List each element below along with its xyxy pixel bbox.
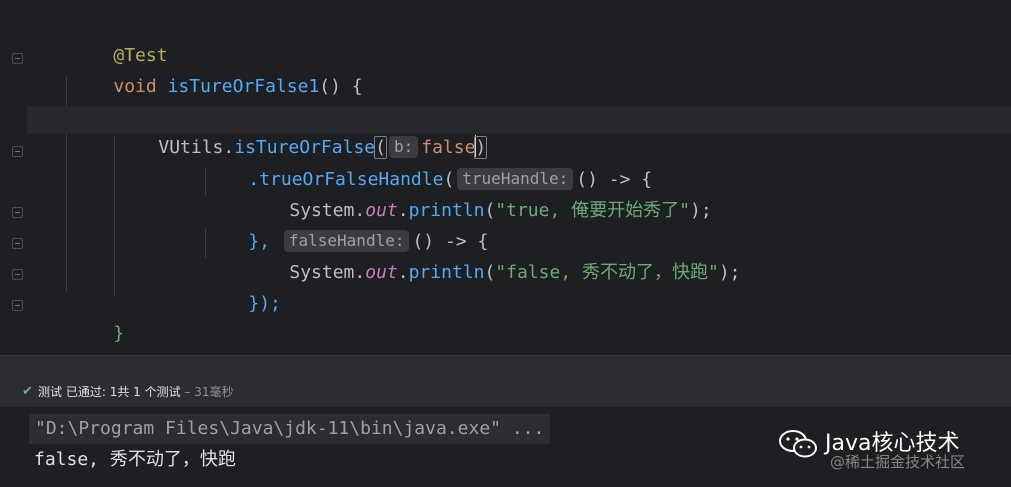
test-status-bar: ✔ 测试 已通过: 1共 1 个测试 – 31毫秒 [0,377,1011,407]
console-command-line[interactable]: "D:\Program Files\Java\jdk-11\bin\java.e… [29,414,551,444]
watermark: Java核心技术 @稀土掘金技术社区 [778,423,1003,483]
fold-marker[interactable] [12,238,23,249]
close-call: }); [248,293,281,314]
open-paren: ( [484,262,496,283]
console-output-line: false, 秀不动了，快跑 [34,449,236,470]
field-out: out [365,262,398,283]
string-true: "true, 俺要开始秀了" [495,200,690,221]
fold-marker[interactable] [12,300,23,311]
method-params: () { [319,76,363,97]
string-false: "false, 秀不动了，快跑" [495,262,719,283]
code-line-current[interactable]: VUtils.isTureOrFalse(b: false) [27,106,1011,159]
wechat-icon [779,430,817,458]
code-line-println-true[interactable]: System.out.println("true, 俺要开始秀了"); [246,169,711,221]
class-system: System [289,262,355,283]
test-time: – 31毫秒 [184,385,234,399]
close-paren: ); [718,262,741,283]
fold-marker[interactable] [12,269,23,280]
code-line-annotation[interactable]: @Test [70,14,167,66]
fold-marker[interactable] [12,53,23,64]
panel-divider[interactable] [0,355,1011,377]
code-line-close-class[interactable]: } [26,323,80,375]
code-line-println-false[interactable]: System.out.println("false, 秀不动了，快跑"); [246,231,740,283]
code-line-close-lambda1[interactable]: }, falseHandle:() -> { [205,200,488,252]
code-editor[interactable]: @Test void isTureOrFalse1() { VUtils.isT… [0,0,1011,375]
method-println: println [408,262,485,283]
code-line-close-call[interactable]: }); [205,262,281,314]
keyword-void: void [113,76,157,97]
close-paren: ); [690,200,712,221]
method-name: isTureOrFalse1 [167,76,320,97]
dot-operator: . [397,262,409,283]
dot-operator: . [354,262,366,283]
test-count: 1共 1 个测试 [109,385,181,399]
fold-marker[interactable] [12,207,23,218]
check-icon: ✔ [22,384,33,399]
test-status-text: 测试 已通过: 1共 1 个测试 – 31毫秒 [38,377,234,407]
fold-marker[interactable] [12,146,23,157]
test-passed-label: 测试 已通过: [38,385,106,399]
editor-gutter [0,0,26,355]
watermark-subtitle: @稀土掘金技术社区 [830,453,966,471]
close-method-brace: } [113,323,125,344]
code-line-close-method[interactable]: } [70,292,124,344]
code-line-method-signature[interactable]: void isTureOrFalse1() { [70,45,362,97]
code-line-handle[interactable]: .trueOrFalseHandle(trueHandle:() -> { [205,138,652,190]
